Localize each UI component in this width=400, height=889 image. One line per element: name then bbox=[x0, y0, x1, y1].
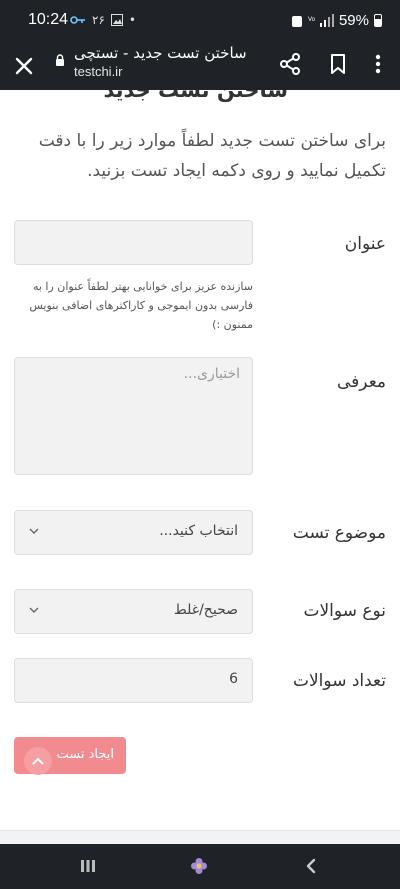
topic-selected: انتخاب کنید... bbox=[159, 523, 238, 539]
footer-strip bbox=[0, 830, 400, 844]
more-icon[interactable] bbox=[366, 52, 390, 76]
create-test-label: ایجاد تست bbox=[56, 747, 114, 762]
close-icon[interactable] bbox=[12, 54, 36, 78]
alarm-icon bbox=[291, 15, 302, 27]
topic-select[interactable]: انتخاب کنید... bbox=[14, 510, 253, 555]
status-time: 10:24 bbox=[28, 11, 69, 28]
battery-percent: 59% bbox=[338, 12, 369, 29]
home-icon[interactable] bbox=[190, 857, 208, 875]
navigation-bar bbox=[0, 844, 400, 889]
url-text[interactable]: testchi.ir bbox=[74, 64, 122, 79]
lock-icon bbox=[56, 54, 64, 66]
title-hint: سازنده عزیز برای خوانایی بهتر لطفاً عنوا… bbox=[29, 280, 253, 331]
browser-toolbar: ساختن تست جدید - تستچی testchi.ir bbox=[0, 42, 400, 90]
notification-count: ۲۶ bbox=[92, 13, 105, 27]
question-count-label: تعداد سوالات bbox=[292, 671, 386, 691]
battery-icon bbox=[374, 14, 382, 27]
question-type-selected: صحیح/غلط bbox=[173, 602, 238, 618]
chevron-up-icon bbox=[32, 757, 44, 765]
page-title: ساختن تست جدید - تستچی bbox=[74, 44, 247, 62]
intro-text: برای ساختن تست جدید لطفاً موارد زیر را ب… bbox=[38, 131, 386, 181]
topic-label: موضوع تست bbox=[292, 523, 386, 543]
chevron-down-icon bbox=[29, 528, 39, 534]
intro-label: معرفی bbox=[337, 372, 386, 392]
chevron-down-icon bbox=[29, 607, 39, 613]
signal-icon: Vo bbox=[308, 13, 334, 27]
share-icon[interactable] bbox=[278, 52, 302, 76]
question-type-label: نوع سوالات bbox=[303, 601, 386, 621]
notification-icons: ۲۶ • bbox=[70, 13, 136, 27]
back-icon[interactable] bbox=[303, 858, 319, 874]
key-icon bbox=[70, 16, 85, 24]
intro-placeholder: اختیاری... bbox=[183, 366, 240, 382]
status-bar: 10:24 ۲۶ • Vo 59% bbox=[0, 0, 400, 42]
question-count-value: 6 bbox=[229, 671, 238, 687]
question-type-select[interactable]: صحیح/غلط bbox=[14, 589, 253, 634]
page-content: ساختن تست جدید برای ساختن تست جدید لطفاً… bbox=[0, 90, 400, 830]
status-right: Vo 59% bbox=[291, 12, 382, 29]
scroll-to-top-button[interactable] bbox=[24, 747, 52, 775]
page-heading: ساختن تست جدید bbox=[103, 90, 288, 102]
svg-text:Vo: Vo bbox=[308, 17, 316, 23]
intro-textarea[interactable]: اختیاری... bbox=[14, 357, 253, 475]
dot-icon: • bbox=[128, 13, 136, 27]
title-input[interactable] bbox=[14, 220, 253, 265]
recents-icon[interactable] bbox=[80, 859, 96, 873]
question-count-input[interactable]: 6 bbox=[14, 658, 253, 703]
bookmark-icon[interactable] bbox=[326, 52, 350, 76]
image-icon bbox=[110, 14, 123, 26]
title-label: عنوان bbox=[344, 234, 386, 254]
